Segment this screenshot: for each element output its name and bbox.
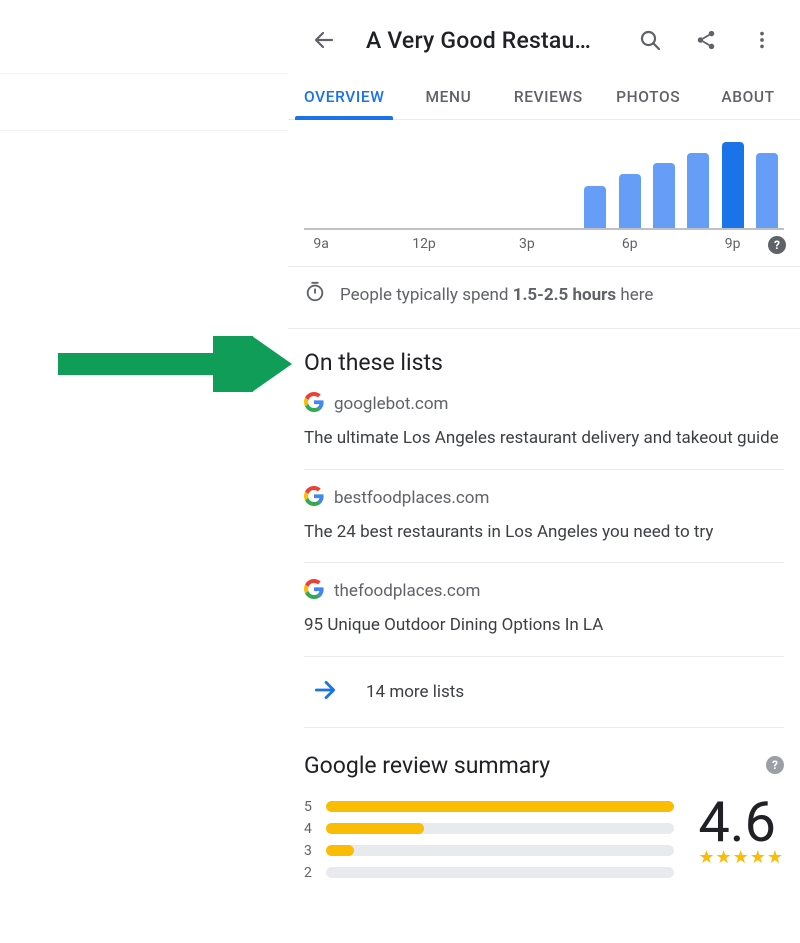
rating-dist-row[interactable]: 4 <box>304 821 674 837</box>
x-axis-label: 9p <box>725 236 741 252</box>
more-vert-icon <box>751 29 773 51</box>
list-source: bestfoodplaces.com <box>334 488 489 508</box>
popular-times-bar[interactable] <box>756 153 778 228</box>
list-source: thefoodplaces.com <box>334 581 480 601</box>
rating-dist-row[interactable]: 3 <box>304 843 674 859</box>
spend-duration: 1.5-2.5 hours <box>513 285 616 305</box>
search-button[interactable] <box>628 18 672 62</box>
google-favicon-icon <box>304 579 324 603</box>
list-item[interactable]: thefoodplaces.com 95 Unique Outdoor Dinin… <box>304 563 784 657</box>
tabs: OVERVIEW MENU REVIEWS PHOTOS ABOUT <box>288 76 800 120</box>
rating-dist-fill <box>326 823 424 834</box>
chart-help-icon[interactable]: ? <box>768 236 786 254</box>
popular-times-bar[interactable] <box>722 142 744 228</box>
typical-time-spent: People typically spend 1.5-2.5 hours her… <box>288 267 800 329</box>
app-header: A Very Good Restau… <box>288 0 800 76</box>
x-axis-label: 12p <box>412 236 436 252</box>
on-these-lists-heading: On these lists <box>304 349 784 376</box>
tab-menu[interactable]: MENU <box>398 76 498 119</box>
more-lists-link[interactable]: 14 more lists <box>304 657 784 728</box>
arrow-right-icon <box>312 677 338 707</box>
tab-overview[interactable]: OVERVIEW <box>290 76 398 119</box>
rating-stars: ★★★★★ <box>698 847 784 868</box>
rating-dist-fill <box>326 845 354 856</box>
more-lists-text: 14 more lists <box>366 682 464 702</box>
share-icon <box>695 29 717 51</box>
popular-times-bar[interactable] <box>584 186 606 228</box>
callout-arrow <box>58 336 292 392</box>
list-item[interactable]: googlebot.com The ultimate Los Angeles re… <box>304 376 784 470</box>
popular-times-bar[interactable] <box>687 153 709 228</box>
spend-prefix: People typically spend <box>340 285 513 305</box>
list-title: The ultimate Los Angeles restaurant deli… <box>304 426 784 451</box>
left-divider-1 <box>0 73 288 74</box>
spend-suffix: here <box>616 285 653 305</box>
list-title: 95 Unique Outdoor Dining Options In LA <box>304 613 784 638</box>
rating-dist-label: 5 <box>304 799 316 815</box>
x-axis-label: 6p <box>622 236 638 252</box>
search-icon <box>638 28 662 52</box>
x-axis-label: 9a <box>313 236 328 252</box>
more-button[interactable] <box>740 18 784 62</box>
rating-dist-row[interactable]: 5 <box>304 799 674 815</box>
rating-dist-track <box>326 867 674 878</box>
back-button[interactable] <box>302 18 346 62</box>
popular-times-bar[interactable] <box>619 174 641 228</box>
rating-dist-label: 2 <box>304 865 316 881</box>
tab-about[interactable]: ABOUT <box>698 76 798 119</box>
timer-icon <box>304 281 326 308</box>
rating-score: 4.6 <box>698 799 776 847</box>
x-axis-label: 3p <box>519 236 535 252</box>
rating-dist-track <box>326 845 674 856</box>
popular-times-chart: ? 9a 12p 3p 6p 9p <box>288 126 800 267</box>
page-title: A Very Good Restau… <box>358 27 616 54</box>
google-favicon-icon <box>304 392 324 416</box>
google-favicon-icon <box>304 486 324 510</box>
share-button[interactable] <box>684 18 728 62</box>
rating-dist-label: 4 <box>304 821 316 837</box>
review-summary-section: Google review summary ? 5 4 3 2 4.6 ★★★★★ <box>288 728 800 887</box>
rating-distribution: 5 4 3 2 <box>304 799 674 887</box>
rating-dist-label: 3 <box>304 843 316 859</box>
list-title: The 24 best restaurants in Los Angeles y… <box>304 520 784 545</box>
left-divider-2 <box>0 130 288 131</box>
popular-times-bar[interactable] <box>653 163 675 228</box>
spend-text: People typically spend 1.5-2.5 hours her… <box>340 285 653 305</box>
rating-dist-track <box>326 823 674 834</box>
review-help-icon[interactable]: ? <box>766 756 784 774</box>
tab-reviews[interactable]: REVIEWS <box>498 76 598 119</box>
rating-dist-track <box>326 801 674 812</box>
rating-dist-fill <box>326 801 674 812</box>
rating-dist-row[interactable]: 2 <box>304 865 674 881</box>
arrow-left-icon <box>312 28 336 52</box>
list-source: googlebot.com <box>334 394 448 414</box>
tab-photos[interactable]: PHOTOS <box>598 76 698 119</box>
list-item[interactable]: bestfoodplaces.com The 24 best restaurant… <box>304 470 784 564</box>
on-these-lists-section: On these lists googlebot.com The ultimate… <box>288 329 800 728</box>
review-summary-heading: Google review summary <box>304 752 550 779</box>
